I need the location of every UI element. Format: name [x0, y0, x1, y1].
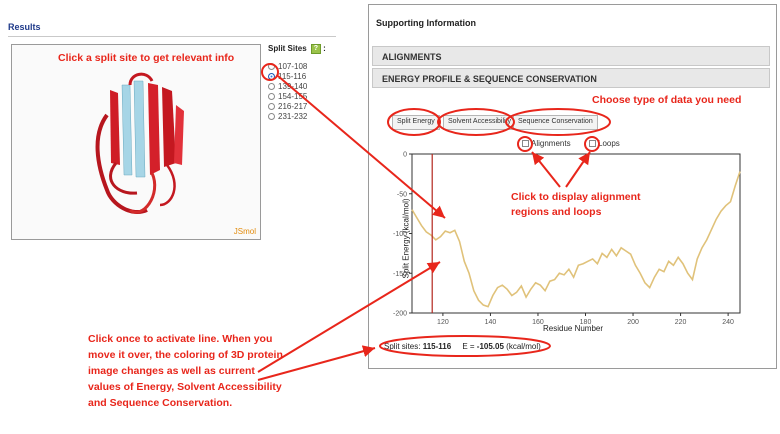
button-highlight	[505, 108, 611, 136]
y-tick-label: 0	[403, 152, 407, 159]
x-tick-label: 240	[722, 319, 734, 326]
note-click-split: Click a split site to get relevant info	[58, 52, 235, 64]
y-tick-label: -200	[393, 311, 407, 318]
checkbox-highlight	[517, 136, 533, 152]
readout-highlight	[379, 335, 551, 357]
x-tick-label: 180	[580, 319, 592, 326]
split-site-highlight	[261, 63, 279, 81]
button-highlight	[437, 108, 515, 136]
checkbox-highlight	[584, 136, 600, 152]
note-activate-line: Click once to activate line. When you mo…	[88, 333, 283, 409]
energy-chart[interactable]: 0 -50 -100 -150 -200 120 140 160 180 200 220 240	[393, 152, 741, 327]
x-tick-label: 200	[627, 319, 639, 326]
x-tick-label: 120	[437, 319, 449, 326]
x-tick-label: 140	[485, 319, 497, 326]
note-display-regions: Click to display alignment regions and l…	[511, 191, 641, 218]
y-tick-label: -150	[393, 271, 407, 278]
y-tick-label: -50	[397, 191, 407, 198]
arrow-to-chart	[277, 75, 446, 219]
x-tick-label: 220	[675, 319, 687, 326]
button-highlight	[387, 108, 441, 136]
y-tick-label: -100	[393, 231, 407, 238]
note-choose-type: Choose type of data you need	[592, 94, 742, 106]
x-tick-label: 160	[532, 319, 544, 326]
plot-area	[411, 153, 741, 314]
